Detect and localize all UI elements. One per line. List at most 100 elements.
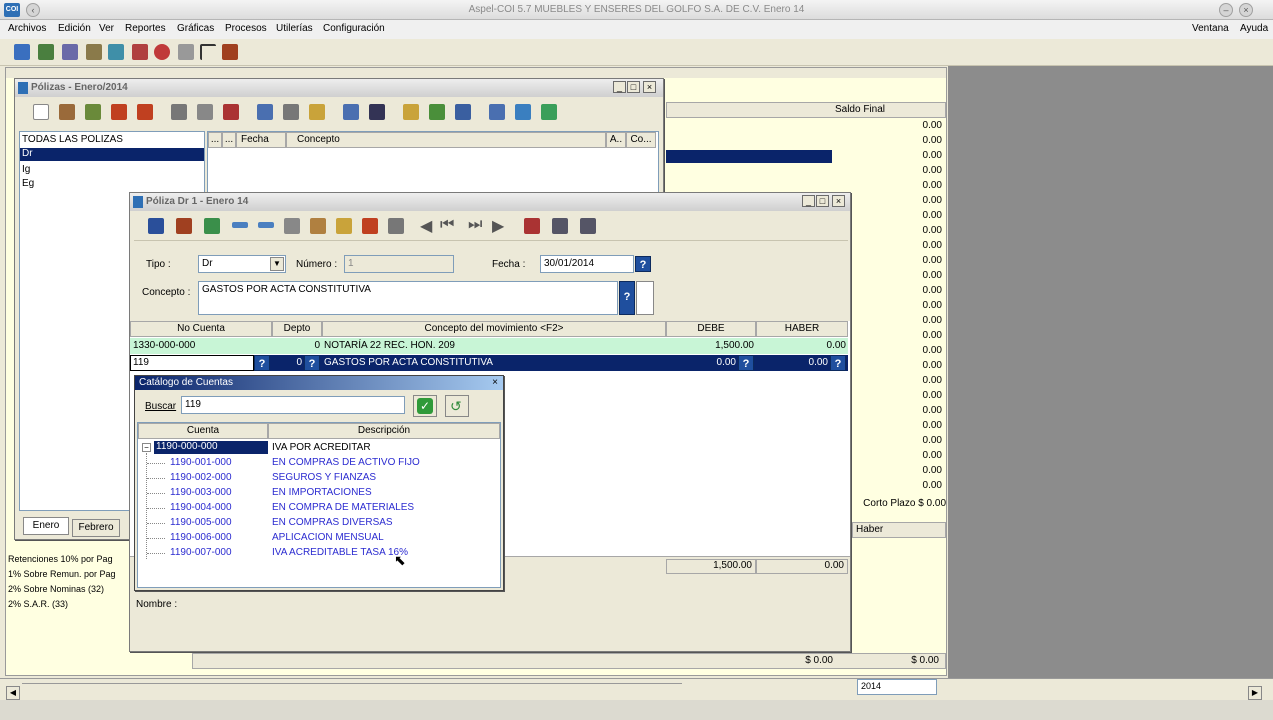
polizas-maximize-icon[interactable]: □ <box>627 81 640 93</box>
nav-next-icon[interactable]: ▶ <box>492 216 504 236</box>
window-tile-icon[interactable] <box>515 104 531 120</box>
filter-off-icon[interactable] <box>223 104 239 120</box>
catalogo-close-icon[interactable]: × <box>489 377 501 389</box>
cuenta-input[interactable]: 119 <box>130 355 254 371</box>
col-cuenta[interactable]: Cuenta <box>138 423 268 439</box>
tools2-icon[interactable] <box>489 104 505 120</box>
wrench-icon[interactable] <box>178 44 194 60</box>
col-co[interactable]: Co... <box>626 132 656 148</box>
poliza-minimize-icon[interactable]: _ <box>802 195 815 207</box>
exit-door-icon[interactable] <box>176 218 192 234</box>
refresh-button[interactable]: ↺ <box>445 395 469 417</box>
tree-item-desc[interactable]: EN COMPRAS DE ACTIVO FIJO <box>272 457 420 468</box>
col-concepto-mov[interactable]: Concepto del movimiento <F2> <box>322 321 666 337</box>
menu-graficas[interactable]: Gráficas <box>177 23 214 34</box>
cuenta-help-button[interactable]: ? <box>254 355 270 371</box>
delete-icon[interactable] <box>85 104 101 120</box>
poliza-close-icon[interactable]: × <box>832 195 845 207</box>
group-icon[interactable] <box>403 104 419 120</box>
tree-item-cuenta[interactable]: 1190-007-000 <box>170 547 232 558</box>
collapse-icon[interactable]: − <box>142 443 151 452</box>
polizas-close-icon[interactable]: × <box>643 81 656 93</box>
save-icon[interactable] <box>148 218 164 234</box>
tree-item-desc[interactable]: EN COMPRAS DIVERSAS <box>272 517 393 528</box>
col-dots-1[interactable]: ... <box>208 132 222 148</box>
delete-row-icon[interactable] <box>258 222 274 228</box>
accept-button[interactable]: ✓ <box>413 395 437 417</box>
excel-icon[interactable] <box>541 104 557 120</box>
tree-item-selected[interactable]: 1190-000-000 <box>154 441 268 454</box>
menu-archivos[interactable]: Archivos <box>8 23 46 34</box>
doc2-icon[interactable] <box>580 218 596 234</box>
sort-icon[interactable] <box>343 104 359 120</box>
menu-edicion[interactable]: Edición <box>58 23 91 34</box>
tab-febrero[interactable]: Febrero <box>72 519 120 537</box>
haber-help-button[interactable]: ? <box>830 355 846 371</box>
menu-utilerias[interactable]: Utilerías <box>276 23 313 34</box>
fecha-help-button[interactable]: ? <box>635 256 651 272</box>
menu-ayuda[interactable]: Ayuda <box>1240 23 1268 34</box>
menu-procesos[interactable]: Procesos <box>225 23 267 34</box>
chevron-down-icon[interactable]: ▼ <box>270 257 284 271</box>
col-fecha[interactable]: Fecha <box>236 132 286 148</box>
find2-icon[interactable] <box>310 218 326 234</box>
paste-icon[interactable] <box>137 104 153 120</box>
tree-item-cuenta[interactable]: 1190-003-000 <box>170 487 232 498</box>
year-select[interactable]: 2014 <box>857 679 937 695</box>
tag-icon[interactable] <box>362 218 378 234</box>
chart-icon[interactable] <box>62 44 78 60</box>
filter2-icon[interactable] <box>197 104 213 120</box>
accounts-icon[interactable] <box>38 44 54 60</box>
poliza-maximize-icon[interactable]: □ <box>816 195 829 207</box>
tree-item-desc[interactable]: IVA POR ACREDITAR <box>272 442 371 453</box>
col-concepto[interactable]: Concepto <box>286 132 606 148</box>
scroll-right-icon[interactable]: ▶ <box>1248 686 1262 700</box>
scroll-left-icon[interactable]: ◀ <box>6 686 20 700</box>
type-eg[interactable]: Eg <box>22 178 34 189</box>
sheet-tabs[interactable] <box>22 683 682 695</box>
document-icon[interactable] <box>636 281 654 315</box>
filter-icon[interactable] <box>171 104 187 120</box>
copy-icon[interactable] <box>111 104 127 120</box>
col-debe[interactable]: DEBE <box>666 321 756 337</box>
tree-item-desc[interactable]: APLICACION MENSUAL <box>272 532 384 543</box>
tree-item-desc[interactable]: EN COMPRA DE MATERIALES <box>272 502 414 513</box>
search-icon[interactable] <box>284 218 300 234</box>
key-icon[interactable] <box>336 218 352 234</box>
printer-icon[interactable] <box>388 218 404 234</box>
nav-prev-icon[interactable]: ◀ <box>420 216 432 236</box>
table-row-selected[interactable]: 119 ? 0 ? GASTOS POR ACTA CONSTITUTIVA 0… <box>130 355 848 371</box>
debe-help-button[interactable]: ? <box>738 355 754 371</box>
type-dr[interactable]: Dr <box>20 148 204 161</box>
catalog-icon[interactable] <box>14 44 30 60</box>
tree-item-cuenta[interactable]: 1190-002-000 <box>170 472 232 483</box>
menu-configuracion[interactable]: Configuración <box>323 23 385 34</box>
col-descripcion[interactable]: Descripción <box>268 423 500 439</box>
tools-icon[interactable] <box>108 44 124 60</box>
tree-item-cuenta[interactable]: 1190-001-000 <box>170 457 232 468</box>
col-a[interactable]: A.. <box>606 132 626 148</box>
col-depto[interactable]: Depto <box>272 321 322 337</box>
col-haber[interactable]: HABER <box>756 321 848 337</box>
buscar-input[interactable]: 119 <box>181 396 405 414</box>
pie-icon[interactable] <box>154 44 170 60</box>
depto-help-button[interactable]: ? <box>304 355 320 371</box>
folder-icon[interactable] <box>309 104 325 120</box>
nav-last-icon[interactable]: ⏭ <box>468 216 482 234</box>
tree-item-desc[interactable]: SEGUROS Y FIANZAS <box>272 472 376 483</box>
tree-item-cuenta[interactable]: 1190-005-000 <box>170 517 232 528</box>
col-dots-2[interactable]: ... <box>222 132 236 148</box>
new-icon[interactable] <box>33 104 49 120</box>
tree-item-desc[interactable]: IVA ACREDITABLE TASA 16% <box>272 547 408 558</box>
concepto-field[interactable]: GASTOS POR ACTA CONSTITUTIVA <box>198 281 618 315</box>
insert-row-icon[interactable] <box>232 222 248 228</box>
col-no-cuenta[interactable]: No Cuenta <box>130 321 272 337</box>
menu-ventana[interactable]: Ventana <box>1192 23 1229 34</box>
polizas-minimize-icon[interactable]: _ <box>613 81 626 93</box>
nav-first-icon[interactable]: ⏮ <box>440 216 454 234</box>
type-ig[interactable]: Ig <box>22 164 30 175</box>
find-icon[interactable] <box>257 104 273 120</box>
fecha-field[interactable]: 30/01/2014 <box>540 255 634 273</box>
menu-reportes[interactable]: Reportes <box>125 23 166 34</box>
export-icon[interactable] <box>429 104 445 120</box>
